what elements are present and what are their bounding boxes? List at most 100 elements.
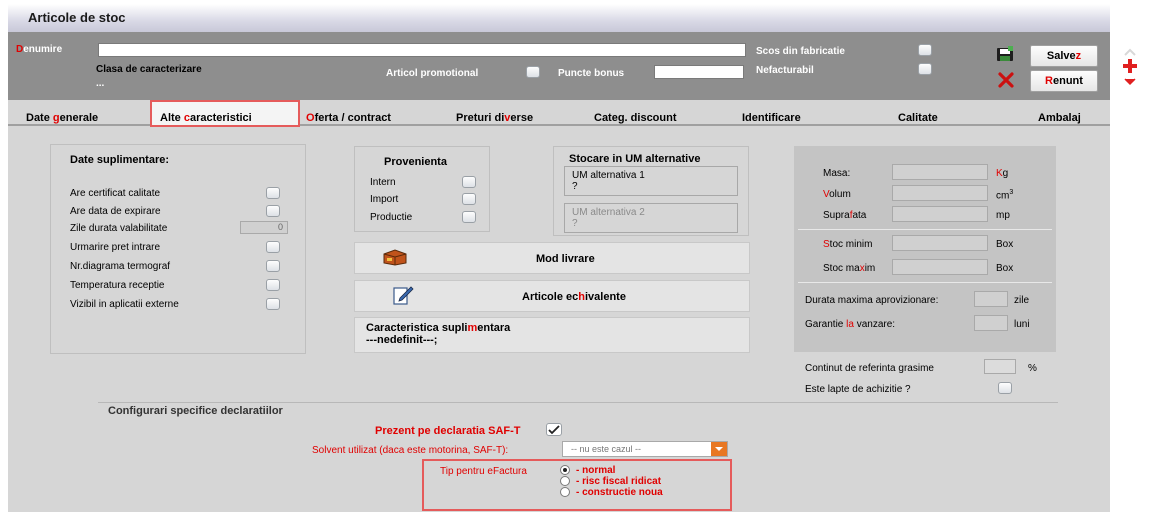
solvent-select-value: -- nu este cazul -- [571, 444, 642, 454]
provenienta-intern-label: Intern [370, 177, 396, 188]
window: Articole de stoc Denumire Clasa de carac… [0, 0, 1153, 512]
articol-promotional-checkbox[interactable] [526, 66, 540, 78]
nefacturabil-checkbox[interactable] [918, 63, 932, 75]
solvent-label: Solvent utilizat (daca este motorina, SA… [312, 445, 509, 456]
efactura-radio-constructie[interactable] [560, 487, 570, 497]
masa-input[interactable] [892, 164, 988, 180]
zile-valabilitate-label: Zile durata valabilitate [70, 223, 168, 234]
continut-grasime-unit: % [1028, 363, 1037, 374]
clasa-value[interactable]: ... [96, 78, 104, 89]
dimensiuni-divider [798, 229, 1052, 230]
cancel-button[interactable]: Renunt [1030, 70, 1098, 92]
um-alternativa-1-value: ? [572, 181, 578, 192]
tab-ambalaj[interactable]: Ambalaj [1038, 112, 1081, 124]
mod-livrare-label: Mod livrare [536, 253, 595, 265]
provenienta-productie-label: Productie [370, 212, 413, 223]
certificat-calitate-label: Are certificat calitate [70, 188, 161, 199]
scroll-down-arrow-icon[interactable] [1124, 78, 1136, 86]
title-bar: Articole de stoc [8, 4, 1110, 32]
suprafata-input[interactable] [892, 206, 988, 222]
diagrama-termograf-label: Nr.diagrama termograf [70, 261, 171, 272]
efactura-radio-risc[interactable] [560, 476, 570, 486]
durata-aprovizionare-unit: zile [1014, 295, 1030, 306]
volum-input[interactable] [892, 185, 988, 201]
save-icon[interactable] [996, 46, 1014, 62]
tab-oferta-contract[interactable]: Oferta / contract [306, 112, 391, 124]
articol-promotional-label: Articol promotional [386, 68, 479, 79]
header-section: Denumire Clasa de caracterizare ... Arti… [8, 32, 1110, 100]
provenienta-productie-checkbox[interactable] [462, 211, 476, 223]
data-expirare-label: Are data de expirare [70, 206, 161, 217]
articole-echivalente-label: Articole echivalente [522, 291, 626, 303]
solvent-select[interactable]: -- nu este cazul -- [562, 441, 728, 457]
um-alternativa-1-label: UM alternativa 1 [572, 170, 645, 181]
efactura-label: Tip pentru eFactura [440, 466, 527, 477]
vizibil-extern-label: Vizibil in aplicatii externe [70, 299, 179, 310]
efactura-option-risc: - risc fiscal ridicat [576, 476, 662, 487]
dimensiuni-divider-2 [798, 282, 1052, 283]
provenienta-title: Provenienta [384, 156, 447, 168]
provenienta-import-label: Import [370, 194, 399, 205]
provenienta-import-checkbox[interactable] [462, 193, 476, 205]
tab-identificare[interactable]: Identificare [742, 112, 801, 124]
denumire-input[interactable] [98, 43, 746, 57]
suprafata-unit: mp [996, 210, 1010, 221]
declaratii-divider [98, 402, 1058, 403]
stoc-minim-unit: Box [996, 239, 1014, 250]
efactura-option-constructie: - constructie noua [576, 487, 663, 498]
chevron-down-icon[interactable] [711, 442, 727, 456]
stocare-um-title: Stocare in UM alternative [569, 153, 701, 165]
um-alternativa-2-label: UM alternativa 2 [572, 207, 645, 218]
durata-aprovizionare-label: Durata maxima aprovizionare: [805, 295, 939, 306]
stoc-maxim-unit: Box [996, 263, 1014, 274]
stoc-minim-input[interactable] [892, 235, 988, 251]
tab-categ-discount[interactable]: Categ. discount [594, 112, 677, 124]
window-title: Articole de stoc [28, 10, 126, 25]
puncte-bonus-input[interactable] [654, 65, 744, 79]
efactura-option-normal: - normal [576, 465, 616, 476]
caracteristica-label: Caracteristica suplimentara [366, 322, 511, 334]
suprafata-label: Suprafata [823, 210, 867, 221]
lapte-achizitie-checkbox[interactable] [998, 382, 1012, 394]
declaratii-title: Configurari specifice declaratiilor [108, 405, 283, 417]
close-icon[interactable] [998, 72, 1014, 88]
save-button[interactable]: Salvez [1030, 45, 1098, 67]
scos-fabricatie-label: Scos din fabricatie [756, 46, 845, 57]
tab-calitate[interactable]: Calitate [898, 112, 938, 124]
certificat-calitate-checkbox[interactable] [266, 187, 280, 199]
diagrama-termograf-checkbox[interactable] [266, 260, 280, 272]
efactura-radio-normal[interactable] [560, 465, 570, 475]
data-expirare-checkbox[interactable] [266, 205, 280, 217]
date-suplimentare-title: Date suplimentare: [70, 154, 170, 166]
durata-aprovizionare-input[interactable] [974, 291, 1008, 307]
stoc-maxim-input[interactable] [892, 259, 988, 275]
tab-preturi-diverse[interactable]: Preturi diverse [456, 112, 533, 124]
tab-date-generale[interactable]: Date generale [26, 112, 98, 124]
provenienta-intern-checkbox[interactable] [462, 176, 476, 188]
temperatura-receptie-checkbox[interactable] [266, 279, 280, 291]
masa-unit: Kg [996, 168, 1009, 179]
um-alternativa-2-value: ? [572, 218, 578, 229]
continut-grasime-label: Continut de referinta grasime [805, 363, 934, 374]
urmarire-pret-label: Urmarire pret intrare [70, 242, 161, 253]
add-icon[interactable] [1122, 58, 1138, 74]
scroll-up-arrow-icon[interactable] [1124, 48, 1136, 56]
masa-label: Masa: [823, 168, 851, 179]
clasa-label: Clasa de caracterizare [96, 64, 202, 75]
main-panel: Articole de stoc Denumire Clasa de carac… [8, 4, 1110, 512]
lapte-achizitie-label: Este lapte de achizitie ? [805, 384, 911, 395]
volum-unit: cm3 [996, 189, 1014, 202]
saft-label: Prezent pe declaratia SAF-T [375, 425, 521, 437]
tab-alte-caracteristici[interactable]: Alte caracteristici [160, 112, 252, 124]
zile-valabilitate-input[interactable]: 0 [240, 221, 288, 234]
vizibil-extern-checkbox[interactable] [266, 298, 280, 310]
garantie-vanzare-input[interactable] [974, 315, 1008, 331]
puncte-bonus-label: Puncte bonus [558, 68, 625, 79]
continut-grasime-input[interactable] [984, 359, 1016, 374]
delivery-box-icon [382, 248, 408, 266]
scos-fabricatie-checkbox[interactable] [918, 44, 932, 56]
garantie-vanzare-label: Garantie la vanzare: [805, 319, 896, 330]
urmarire-pret-checkbox[interactable] [266, 241, 280, 253]
denumire-label: Denumire [16, 44, 63, 55]
saft-checkbox[interactable] [546, 423, 562, 436]
